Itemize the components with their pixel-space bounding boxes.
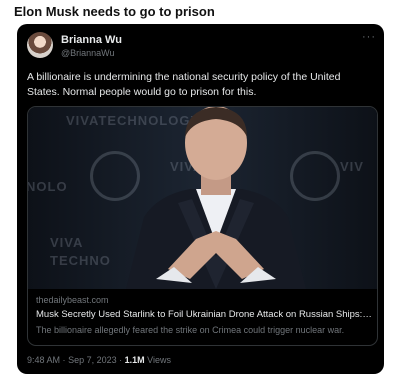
more-options-icon[interactable]: ··· xyxy=(362,31,376,43)
views-label: Views xyxy=(147,355,172,365)
separator: · xyxy=(62,355,66,365)
link-card-image[interactable]: VIVATECHNOLOGY VIVA VIV NOLO VIVA TECHNO xyxy=(28,107,377,289)
author-name[interactable]: Brianna Wu xyxy=(61,34,122,46)
person-photo xyxy=(126,107,306,289)
tweet-metadata: 9:48 AM · Sep 7, 2023 · 1.1M Views xyxy=(27,355,171,365)
view-count: 1.1M xyxy=(124,355,145,365)
separator: · xyxy=(119,355,123,365)
tweet-date[interactable]: Sep 7, 2023 xyxy=(68,355,117,365)
link-card[interactable]: VIVATECHNOLOGY VIVA VIV NOLO VIVA TECHNO… xyxy=(27,106,378,346)
tweet-text: A billionaire is undermining the nationa… xyxy=(27,71,341,98)
avatar[interactable] xyxy=(27,32,53,58)
author-handle[interactable]: @BriannaWu xyxy=(61,48,115,58)
link-card-domain: thedailybeast.com xyxy=(36,295,109,305)
tweet-embed[interactable]: Brianna Wu @BriannaWu ··· A billionaire … xyxy=(17,24,384,374)
link-card-title[interactable]: Musk Secretly Used Starlink to Foil Ukra… xyxy=(36,309,372,320)
tweet-time[interactable]: 9:48 AM xyxy=(27,355,60,365)
article-headline: Elon Musk needs to go to prison xyxy=(14,4,215,19)
link-card-description: The billionaire allegedly feared the str… xyxy=(36,325,345,335)
